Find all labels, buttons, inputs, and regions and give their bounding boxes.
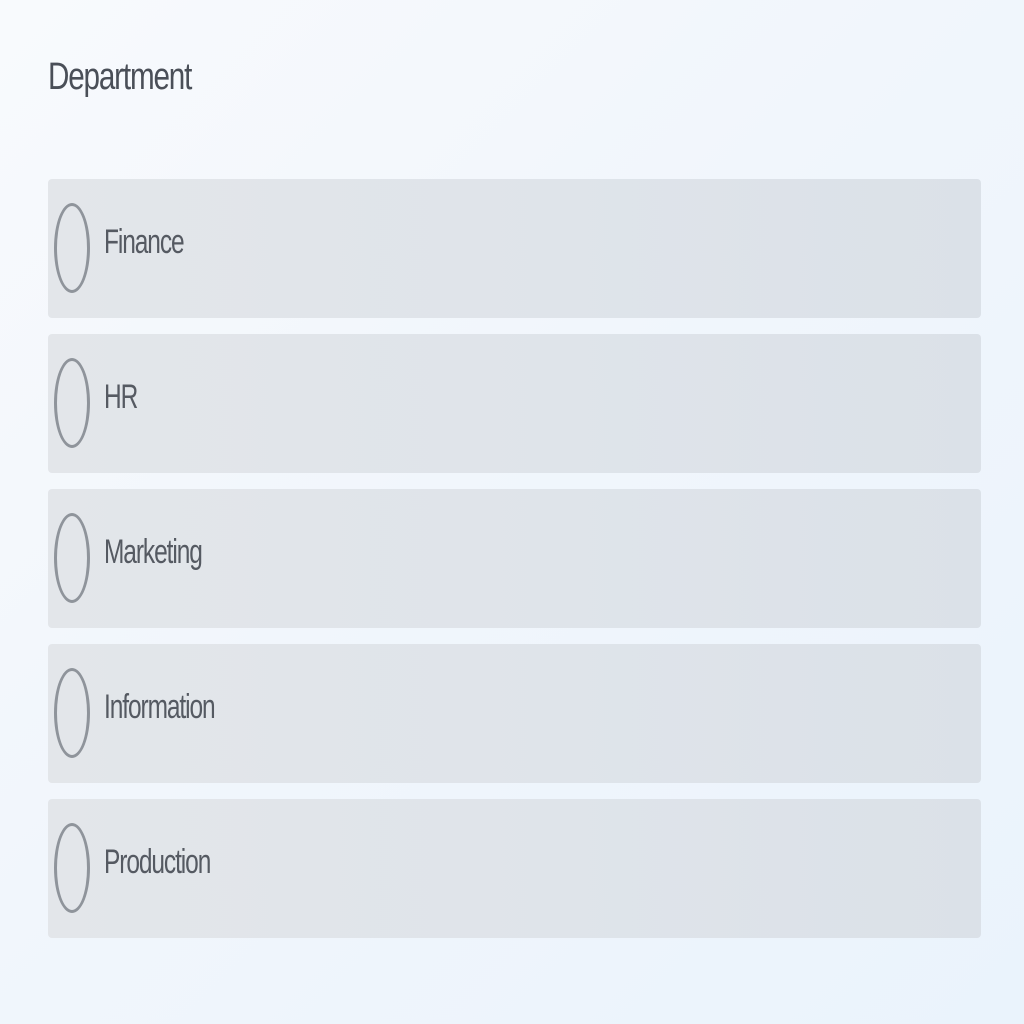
- option-production-label: Production: [104, 843, 211, 881]
- option-finance-label: Finance: [104, 223, 185, 261]
- department-label: Department: [48, 56, 192, 98]
- option-hr-label: HR: [104, 378, 138, 416]
- option-marketing[interactable]: Marketing: [48, 489, 981, 628]
- radio-information[interactable]: [54, 668, 90, 758]
- option-finance[interactable]: Finance: [48, 179, 981, 318]
- radio-hr[interactable]: [54, 358, 90, 448]
- option-information[interactable]: Information: [48, 644, 981, 783]
- option-production[interactable]: Production: [48, 799, 981, 938]
- radio-finance[interactable]: [54, 203, 90, 293]
- option-hr[interactable]: HR: [48, 334, 981, 473]
- option-information-label: Information: [104, 688, 216, 726]
- radio-production[interactable]: [54, 823, 90, 913]
- department-options: Finance HR Marketing Information Product…: [48, 179, 981, 954]
- option-marketing-label: Marketing: [104, 533, 203, 571]
- radio-marketing[interactable]: [54, 513, 90, 603]
